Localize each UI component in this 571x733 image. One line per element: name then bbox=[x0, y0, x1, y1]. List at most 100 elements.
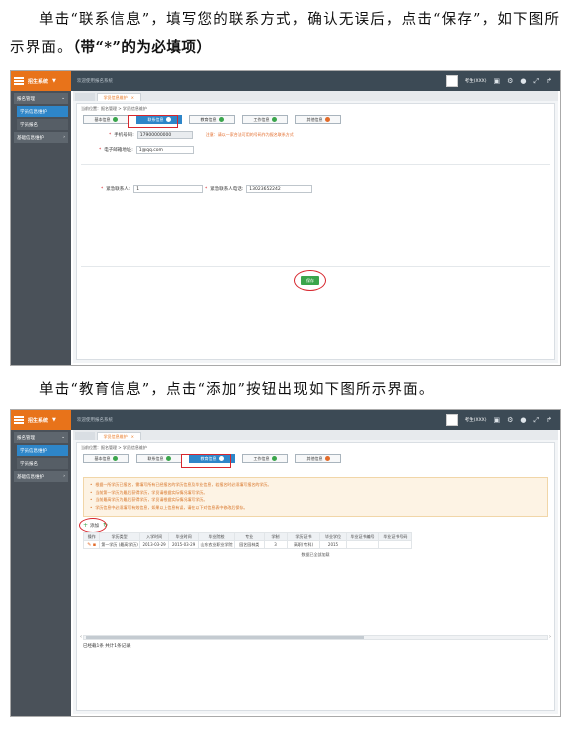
gear-icon[interactable]: ⚙ bbox=[507, 77, 513, 85]
tab-basic-info[interactable]: 基本信息 bbox=[83, 115, 129, 124]
check-icon bbox=[271, 117, 277, 122]
instruction-paragraph-1: 单击“联系信息”，填写您的联系方式，确认无误后，点击“保存”，如下图所示界面。（… bbox=[10, 6, 561, 62]
tab-other-info[interactable]: 其他信息 bbox=[295, 454, 341, 463]
menu-icon[interactable] bbox=[14, 416, 24, 424]
sidebar-item-student-enroll[interactable]: 学员报名 bbox=[17, 119, 68, 130]
top-bar: 招生系统 ▼ 欢迎使用报名系统 考生(XXX) ▣ ⚙ ● ⤢ ↱ bbox=[11, 71, 560, 91]
expand-icon[interactable]: ⤢ bbox=[534, 416, 540, 424]
sidebar-item-student-enroll[interactable]: 学员报名 bbox=[17, 458, 68, 469]
check-icon bbox=[165, 456, 171, 461]
page-tabs: 学员信息维护 × bbox=[73, 91, 558, 101]
chevron-down-icon: ⌄ bbox=[61, 96, 65, 101]
user-name[interactable]: 考生(XXX) bbox=[465, 78, 487, 84]
highlight-education-tab bbox=[181, 454, 231, 468]
share-icon[interactable]: ↱ bbox=[546, 416, 552, 424]
calendar-icon[interactable]: ▣ bbox=[494, 77, 501, 85]
column-header: 毕业证书号码 bbox=[378, 532, 413, 541]
tab-home[interactable] bbox=[75, 93, 95, 101]
tab-label: 基本信息 bbox=[94, 455, 111, 461]
avatar[interactable] bbox=[445, 75, 458, 87]
table-cell: 第一学历 (最高学历) bbox=[99, 540, 140, 549]
chevron-right-icon[interactable]: › bbox=[549, 634, 551, 640]
settings-icon[interactable]: ● bbox=[520, 77, 526, 85]
tab-student-info[interactable]: 学员信息维护 × bbox=[96, 93, 141, 101]
contact-info-screenshot: 招生系统 ▼ 欢迎使用报名系统 考生(XXX) ▣ ⚙ ● ⤢ ↱ 报名管理 ⌄ … bbox=[10, 70, 561, 366]
warning-icon bbox=[324, 117, 330, 122]
topbar-right: 考生(XXX) ▣ ⚙ ● ⤢ ↱ bbox=[445, 414, 560, 426]
chevron-down-icon[interactable]: ▼ bbox=[52, 417, 56, 423]
table-cell: 山东农业职业学院 bbox=[197, 540, 236, 549]
mobile-hint: 注意：请以一家合法可用的号码作为报名联系方式 bbox=[205, 132, 294, 137]
sidebar-item-student-info[interactable]: 学员信息维护 bbox=[17, 445, 68, 456]
contact-field[interactable]: 1 bbox=[133, 185, 204, 193]
email-field[interactable]: 1@qq.com bbox=[135, 146, 194, 154]
sidebar: 报名管理 ⌄ 学员信息维护 学员报名 基础信息维护 › bbox=[11, 91, 71, 365]
column-header: 毕业院校 bbox=[197, 532, 236, 541]
tab-work-info[interactable]: 工作信息 bbox=[242, 454, 288, 463]
tab-student-info[interactable]: 学员信息维护 × bbox=[96, 432, 141, 440]
user-name[interactable]: 考生(XXX) bbox=[465, 417, 487, 423]
sidebar-item-base-info[interactable]: 基础信息维护 › bbox=[14, 132, 68, 143]
table-cell: 2015-03-29 bbox=[168, 540, 199, 549]
edit-icon[interactable]: ✎ bbox=[87, 542, 91, 548]
step-tabs: 基本信息 联系信息 教育信息 工作信息 其他信息 bbox=[77, 453, 554, 464]
bullet-icon: • bbox=[90, 489, 93, 495]
settings-icon[interactable]: ● bbox=[520, 416, 526, 424]
contact-phone-field[interactable]: 13023652242 bbox=[246, 185, 313, 193]
notice-box: • 根据一所学历已报名，需填写所有已经报名的学历信息及毕业信息，若报名时必须填写报… bbox=[83, 477, 548, 517]
column-header: 入学时间 bbox=[138, 532, 170, 541]
menu-icon[interactable] bbox=[14, 77, 24, 85]
chevron-right-icon: › bbox=[63, 135, 65, 140]
table-header-row: 操作 学历类型 入学时间 毕业时间 毕业院校 专业 学制 学历证书 毕业学位 毕… bbox=[82, 532, 413, 541]
notice-text: 当前第一学历为最后获得学历，学员请根据实际情况填写学历。 bbox=[95, 489, 208, 495]
email-label: 电子邮箱地址: bbox=[104, 148, 133, 153]
table-cell: 3 bbox=[263, 540, 288, 549]
tab-basic-info[interactable]: 基本信息 bbox=[83, 454, 129, 463]
calendar-icon[interactable]: ▣ bbox=[494, 416, 501, 424]
sidebar-item-label: 学员报名 bbox=[20, 461, 38, 467]
email-row: * 电子邮箱地址: 1@qq.com bbox=[99, 146, 194, 154]
tab-other-info[interactable]: 其他信息 bbox=[295, 115, 341, 124]
top-crumb: 欢迎使用报名系统 bbox=[77, 418, 113, 423]
highlight-add-button bbox=[79, 518, 107, 533]
column-header: 毕业证书编号 bbox=[345, 532, 380, 541]
logo-text: 招生系统 bbox=[28, 78, 49, 85]
scrollbar-thumb[interactable] bbox=[86, 636, 364, 639]
table-row[interactable]: ✎ ▪ 第一学历 (最高学历) 2013-03-29 2015-03-29 山东… bbox=[82, 540, 413, 549]
contact-phone-row: * 紧急联系人电话: 13023652242 bbox=[205, 185, 313, 193]
tab-contact-info[interactable]: 联系信息 bbox=[136, 454, 182, 463]
contact-phone-label: 紧急联系人电话: bbox=[210, 187, 244, 192]
mobile-field[interactable]: 17900000000 bbox=[136, 131, 193, 139]
sidebar-item-student-info[interactable]: 学员信息维护 bbox=[17, 106, 68, 117]
page-tabs: 学员信息维护 × bbox=[73, 430, 558, 440]
share-icon[interactable]: ↱ bbox=[546, 77, 552, 85]
column-header: 学历证书 bbox=[286, 532, 321, 541]
mobile-row: * 手机号码: 17900000000 注意：请以一家合法可用的号码作为报名联系… bbox=[109, 131, 294, 139]
required-mark: * bbox=[101, 186, 104, 192]
table-cell: 高职(专科) bbox=[286, 540, 321, 549]
tab-work-info[interactable]: 工作信息 bbox=[242, 115, 288, 124]
main-area: 学员信息维护 × 当前位置：报名管理 > 学员信息维护 基本信息 联系信息 教育信… bbox=[73, 91, 558, 363]
gear-icon[interactable]: ⚙ bbox=[507, 416, 513, 424]
avatar[interactable] bbox=[445, 414, 458, 426]
sidebar-item-enroll-manage[interactable]: 报名管理 ⌄ bbox=[14, 432, 68, 443]
tab-label: 工作信息 bbox=[253, 116, 270, 122]
horizontal-scrollbar[interactable]: ‹ › bbox=[80, 634, 551, 640]
delete-icon[interactable]: ▪ bbox=[93, 542, 96, 548]
column-header: 学制 bbox=[263, 532, 288, 541]
sidebar-item-base-info[interactable]: 基础信息维护 › bbox=[14, 471, 68, 482]
tab-education-info[interactable]: 教育信息 bbox=[189, 115, 235, 124]
required-mark: * bbox=[99, 147, 102, 153]
sidebar-item-enroll-manage[interactable]: 报名管理 ⌄ bbox=[14, 93, 68, 104]
close-icon[interactable]: × bbox=[131, 95, 134, 100]
chevron-down-icon[interactable]: ▼ bbox=[52, 78, 56, 84]
expand-icon[interactable]: ⤢ bbox=[534, 77, 540, 85]
logo-block: 招生系统 ▼ bbox=[11, 71, 71, 91]
main-area: 学员信息维护 × 当前位置：报名管理 > 学员信息维护 基本信息 联系信息 教育信… bbox=[73, 430, 558, 714]
tab-label: 联系信息 bbox=[147, 455, 164, 461]
chevron-left-icon[interactable]: ‹ bbox=[80, 634, 82, 640]
close-icon[interactable]: × bbox=[131, 434, 134, 439]
notice-text: 根据一所学历已报名，需填写所有已经报名的学历信息及毕业信息，若报名时必须填写报名… bbox=[95, 482, 272, 487]
tab-home[interactable] bbox=[75, 432, 95, 440]
mobile-label: 手机号码: bbox=[114, 133, 134, 138]
